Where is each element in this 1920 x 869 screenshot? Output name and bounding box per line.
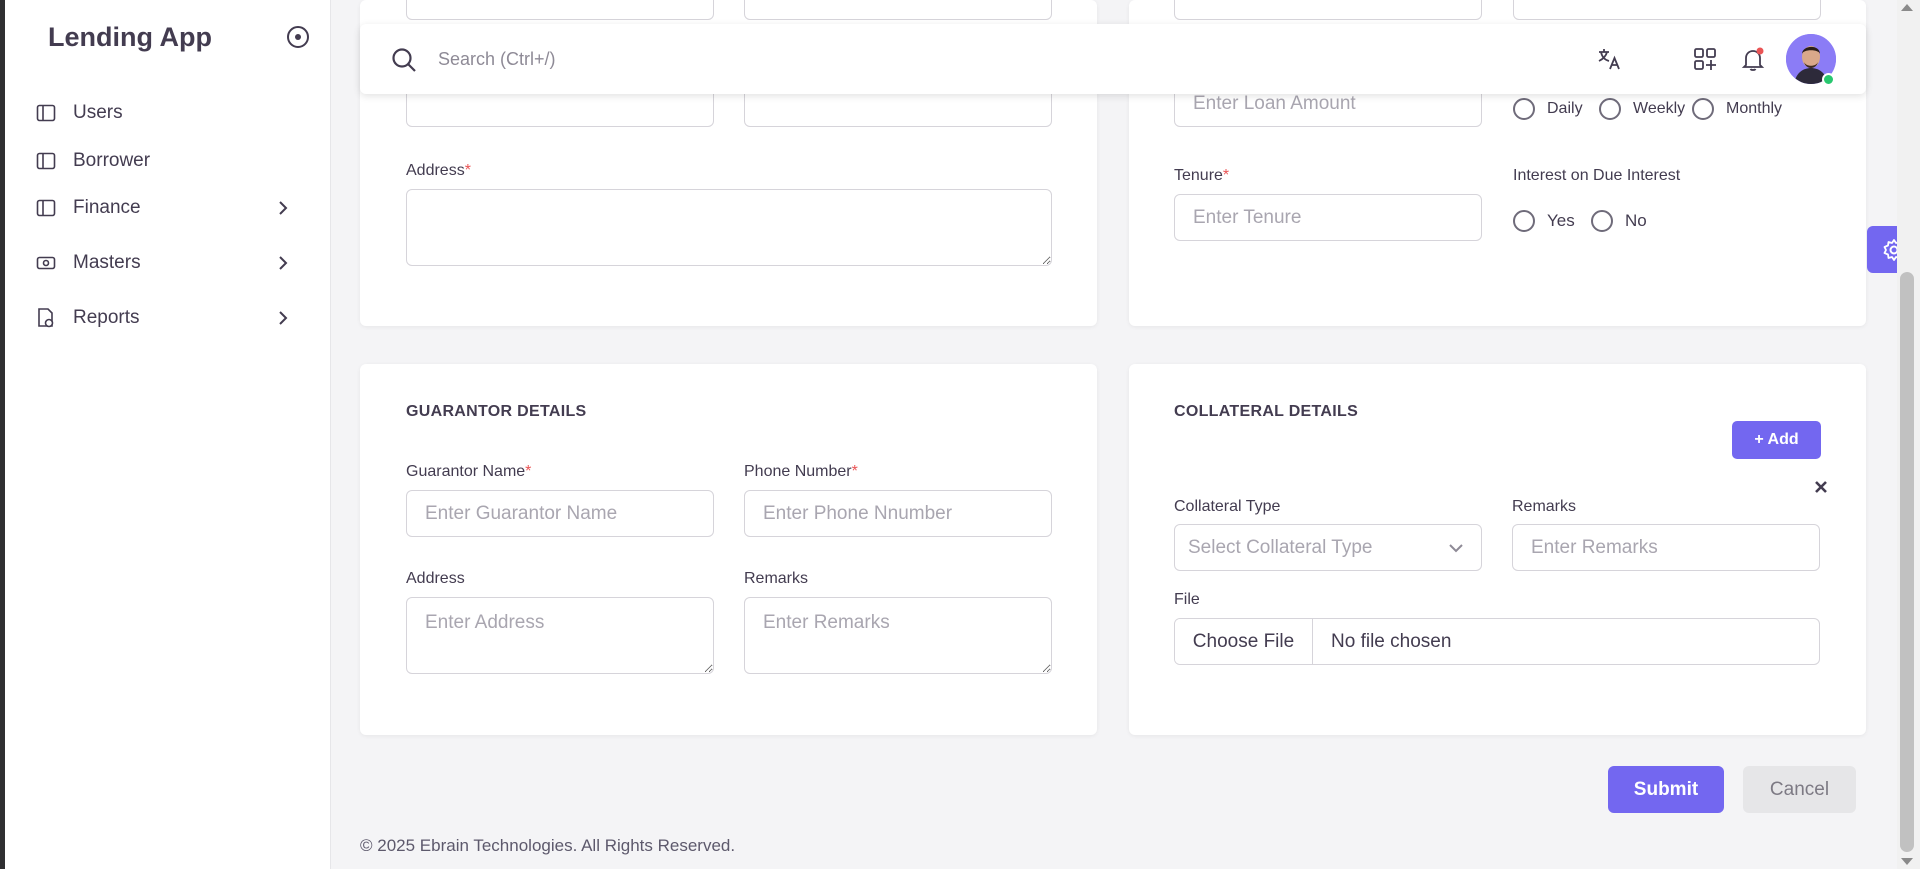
notification-bell-icon[interactable] (1740, 46, 1766, 72)
sidebar-collapse-icon[interactable] (287, 26, 309, 48)
sidebar-item-label: Reports (73, 307, 140, 328)
radio-circle (1692, 98, 1714, 120)
choose-file-button[interactable]: Choose File (1175, 619, 1313, 664)
borrower-address-field[interactable] (406, 189, 1052, 266)
sidebar-item-label: Masters (73, 252, 141, 273)
search-input[interactable] (438, 42, 1238, 76)
chevron-right-icon (279, 201, 288, 215)
radio-circle (1591, 210, 1613, 232)
frequency-monthly-radio[interactable]: Monthly (1692, 98, 1782, 120)
collateral-type-select[interactable]: Select Collateral Type (1174, 524, 1482, 571)
file-status-text: No file chosen (1331, 630, 1452, 652)
guarantor-name-field[interactable] (406, 490, 714, 537)
field-partial[interactable] (1513, 0, 1821, 20)
online-status-dot (1822, 73, 1835, 86)
collateral-type-placeholder: Select Collateral Type (1188, 536, 1373, 558)
tenure-field[interactable] (1174, 194, 1482, 241)
translate-icon[interactable] (1596, 46, 1622, 72)
sidebar-item-users[interactable]: Users (35, 91, 305, 135)
guarantor-remarks-label: Remarks (744, 570, 809, 587)
collateral-section-title: COLLATERAL DETAILS (1174, 403, 1359, 420)
tenure-label: Tenure* (1174, 167, 1229, 185)
close-icon[interactable] (1812, 478, 1830, 496)
address-label: Address* (406, 162, 471, 180)
sidebar-item-label: Finance (73, 197, 141, 218)
collateral-type-label: Collateral Type (1174, 498, 1281, 515)
add-collateral-button[interactable]: + Add (1732, 421, 1821, 459)
required-mark: * (851, 463, 858, 480)
file-label: File (1174, 591, 1200, 608)
chevron-right-icon (279, 256, 288, 270)
phone-number-label-text: Phone Number (744, 463, 852, 480)
layout-icon (35, 197, 57, 219)
guarantor-name-label: Guarantor Name* (406, 463, 531, 481)
interest-due-no-radio[interactable]: No (1591, 210, 1647, 232)
radio-circle (1599, 98, 1621, 120)
loan-policy-select-partial[interactable] (1174, 0, 1482, 20)
tenure-label-text: Tenure (1174, 167, 1223, 184)
sidebar-item-masters[interactable]: Masters (35, 241, 305, 285)
interest-due-label: Interest on Due Interest (1513, 167, 1681, 184)
collateral-remarks-label: Remarks (1512, 498, 1577, 515)
sidebar: Lending App Users Borrower Finance Maste… (5, 0, 331, 869)
required-mark: * (464, 162, 471, 179)
radio-label: No (1625, 211, 1647, 230)
radio-circle (1513, 98, 1535, 120)
guarantor-address-label: Address (406, 570, 465, 587)
radio-label: Yes (1547, 211, 1575, 230)
submit-button[interactable]: Submit (1608, 766, 1724, 813)
radio-circle (1513, 210, 1535, 232)
chevron-down-icon (1449, 544, 1463, 553)
collateral-details-card: COLLATERAL DETAILS Collateral Type Selec… (1129, 364, 1866, 735)
frequency-daily-radio[interactable]: Daily (1513, 98, 1583, 120)
chevron-right-icon (279, 311, 288, 325)
interest-due-yes-radio[interactable]: Yes (1513, 210, 1575, 232)
layout-icon (35, 150, 57, 172)
cancel-button[interactable]: Cancel (1743, 766, 1856, 813)
sidebar-item-finance[interactable]: Finance (35, 186, 305, 230)
required-mark: * (1222, 167, 1230, 184)
sidebar-item-borrower[interactable]: Borrower (35, 139, 305, 183)
search-icon[interactable] (390, 46, 418, 74)
sidebar-item-label: Users (73, 102, 123, 123)
address-label-text: Address (406, 162, 465, 179)
required-mark: * (525, 463, 532, 480)
topbar (360, 24, 1866, 94)
phone-number-field[interactable] (744, 490, 1052, 537)
phone-number-label: Phone Number* (744, 463, 858, 481)
sidebar-item-label: Borrower (73, 150, 151, 171)
radio-label: Weekly (1633, 100, 1686, 117)
frequency-weekly-radio[interactable]: Weekly (1599, 98, 1685, 120)
layout-icon (35, 102, 57, 124)
sidebar-item-reports[interactable]: Reports (35, 296, 305, 340)
footer-copyright: © 2025 Ebrain Technologies. All Rights R… (360, 836, 736, 855)
collateral-remarks-field[interactable] (1512, 524, 1820, 571)
scrollbar-thumb[interactable] (1900, 272, 1914, 852)
guarantor-address-field[interactable] (406, 597, 714, 674)
guarantor-remarks-field[interactable] (744, 597, 1052, 674)
guarantor-name-label-text: Guarantor Name (406, 463, 526, 480)
app-title: Lending App (48, 22, 212, 52)
scroll-down-arrow-icon[interactable] (1901, 858, 1913, 865)
report-icon (35, 307, 57, 329)
radio-label: Monthly (1726, 100, 1783, 117)
guarantor-section-title: GUARANTOR DETAILS (406, 403, 587, 420)
money-icon (35, 252, 57, 274)
file-upload-field[interactable]: Choose File No file chosen (1174, 618, 1820, 665)
guarantor-details-card: GUARANTOR DETAILS Guarantor Name* Phone … (360, 364, 1097, 735)
scroll-up-arrow-icon[interactable] (1901, 4, 1913, 11)
shortcuts-icon[interactable] (1692, 46, 1718, 72)
radio-label: Daily (1547, 100, 1583, 117)
field-partial[interactable] (744, 0, 1052, 20)
borrower-name-select-partial[interactable] (406, 0, 714, 20)
